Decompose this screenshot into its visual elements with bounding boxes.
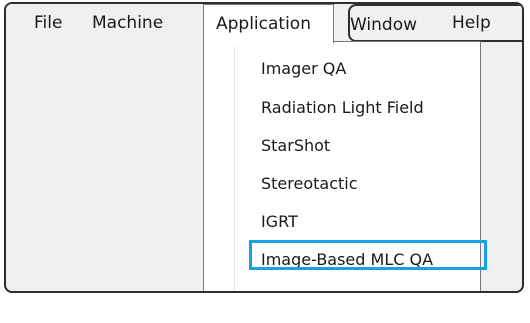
menu-item-stereotactic[interactable]: Stereotactic [261, 169, 358, 199]
menu-item-image-based-mlc-qa[interactable]: Image-Based MLC QA [261, 245, 433, 275]
menu-item-radiation-light-field[interactable]: Radiation Light Field [261, 93, 424, 123]
application-dropdown-menu: Imager QA Radiation Light Field StarShot… [203, 41, 481, 291]
menu-item-logfile-based-mlc-qa[interactable]: Logfile-Based MLC QA [261, 283, 436, 291]
app-window: File Machine Application Window Help Ima… [4, 2, 524, 293]
menu-file[interactable]: File [34, 4, 62, 42]
menu-bar: File Machine Application Window Help [6, 4, 522, 43]
menu-item-starshot[interactable]: StarShot [261, 131, 330, 161]
menu-item-igrt[interactable]: IGRT [261, 207, 298, 237]
menu-help[interactable]: Help [452, 4, 491, 42]
menu-item-imager-qa[interactable]: Imager QA [261, 54, 346, 84]
menu-machine[interactable]: Machine [92, 4, 163, 42]
menu-icon-gutter-divider [234, 46, 235, 291]
menu-window[interactable]: Window [348, 4, 522, 42]
menu-application[interactable]: Application [203, 4, 334, 43]
